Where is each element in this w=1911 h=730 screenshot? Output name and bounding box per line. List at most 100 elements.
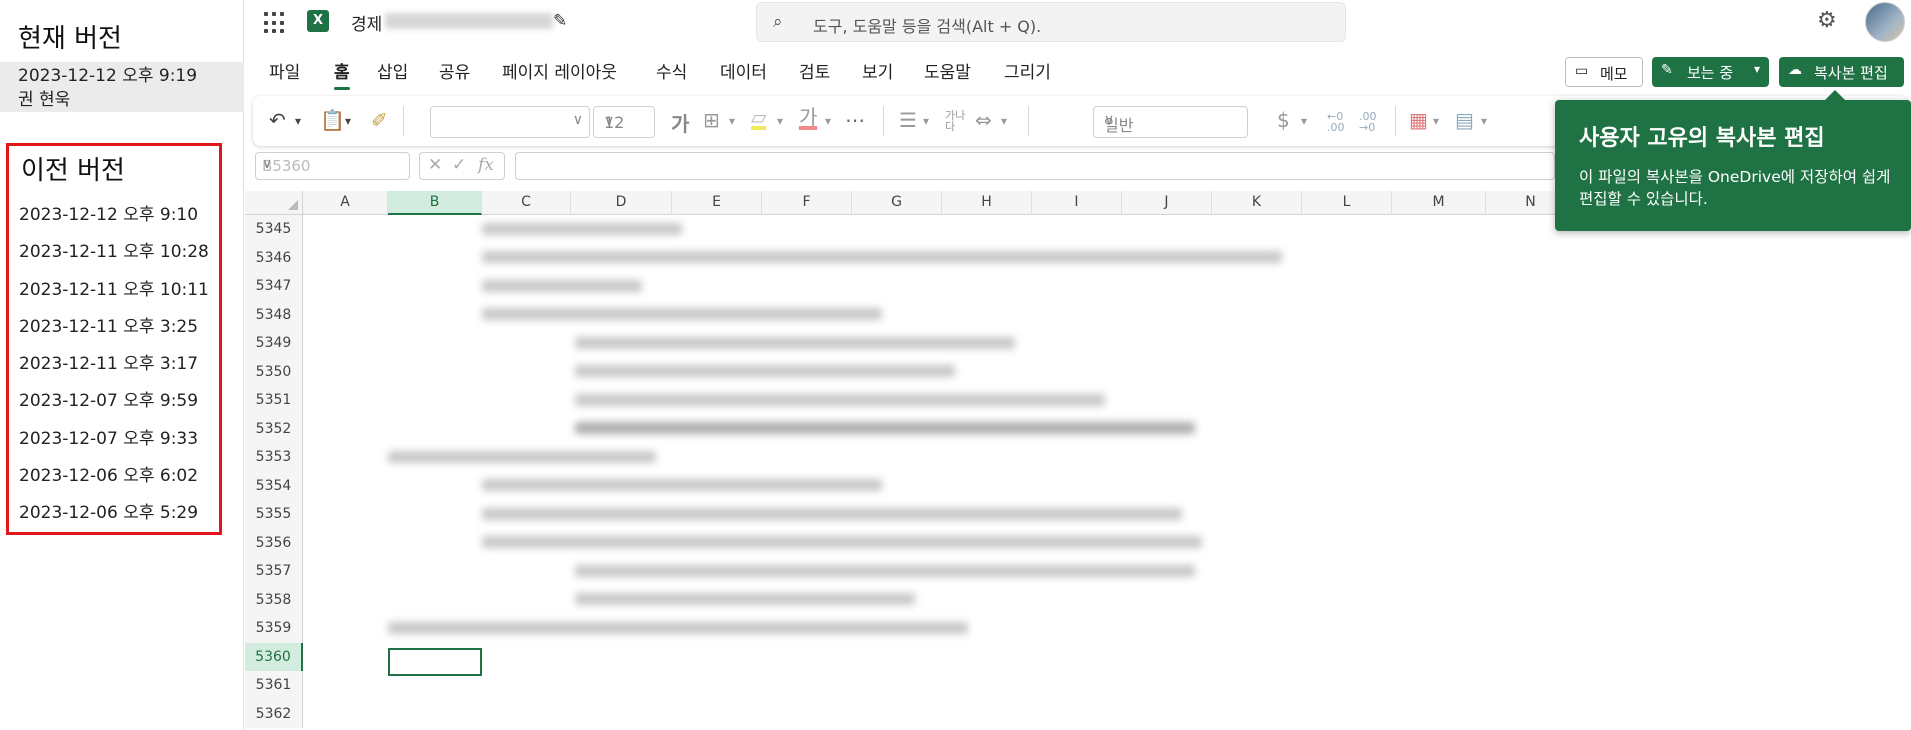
row-header[interactable]: 5357	[245, 557, 303, 586]
chevron-down-icon[interactable]: ▾	[923, 114, 929, 128]
tab-home[interactable]: 홈	[334, 58, 350, 90]
chevron-down-icon[interactable]: ▾	[1481, 114, 1487, 128]
column-header[interactable]: D	[571, 191, 672, 215]
row-header[interactable]: 5351	[245, 386, 303, 415]
column-header[interactable]: H	[942, 191, 1032, 215]
row-header[interactable]: 5348	[245, 300, 303, 329]
row-header[interactable]: 5346	[245, 243, 303, 272]
avatar[interactable]	[1865, 2, 1905, 42]
tab-help[interactable]: 도움말	[924, 58, 971, 83]
comments-button[interactable]: ▭ 메모	[1565, 57, 1643, 87]
tab-share[interactable]: 공유	[439, 58, 470, 83]
column-header[interactable]: B	[388, 191, 482, 215]
select-all-corner[interactable]	[245, 191, 303, 215]
search-placeholder: 도구, 도움말 등을 검색(Alt + Q).	[813, 17, 1042, 36]
edit-copy-button[interactable]: ☁ 복사본 편집	[1779, 57, 1904, 87]
row-header[interactable]: 5362	[245, 699, 303, 728]
active-cell[interactable]	[388, 648, 482, 676]
column-header[interactable]: J	[1122, 191, 1212, 215]
previous-version-item[interactable]: 2023-12-06 오후 6:02	[19, 458, 209, 495]
row-header[interactable]: 5356	[245, 528, 303, 557]
row-header[interactable]: 5353	[245, 443, 303, 472]
fill-color-icon[interactable]: ▱	[751, 107, 767, 130]
chevron-down-icon[interactable]: ▾	[1301, 114, 1307, 128]
undo-icon[interactable]: ↶	[269, 108, 286, 132]
column-header[interactable]: E	[672, 191, 762, 215]
tab-view[interactable]: 보기	[862, 58, 893, 83]
column-header[interactable]: G	[852, 191, 942, 215]
format-painter-icon[interactable]: ✐	[371, 108, 388, 132]
tab-page-layout[interactable]: 페이지 레이아웃	[502, 58, 617, 83]
row-header[interactable]: 5352	[245, 414, 303, 443]
conditional-format-icon[interactable]: ▦	[1409, 108, 1428, 132]
excel-logo-icon: X	[307, 10, 329, 32]
function-icon[interactable]: fx	[478, 155, 494, 175]
row-header[interactable]: 5350	[245, 357, 303, 386]
row-header[interactable]: 5358	[245, 585, 303, 614]
tab-data[interactable]: 데이터	[720, 58, 767, 83]
align-icon[interactable]: ☰	[899, 108, 917, 132]
confirm-icon[interactable]: ✓	[452, 155, 466, 175]
row-header[interactable]: 5354	[245, 471, 303, 500]
chevron-down-icon[interactable]: ▾	[777, 114, 783, 128]
previous-version-item[interactable]: 2023-12-07 오후 9:33	[19, 421, 209, 458]
cancel-icon[interactable]: ✕	[428, 155, 442, 175]
tab-draw[interactable]: 그리기	[1004, 58, 1051, 83]
column-header[interactable]: M	[1392, 191, 1486, 215]
viewing-mode-button[interactable]: ✎ 보는 중 ▾	[1652, 57, 1769, 87]
previous-version-item[interactable]: 2023-12-12 오후 9:10	[19, 197, 209, 234]
column-header[interactable]: A	[303, 191, 388, 215]
search-input[interactable]: ⌕ 도구, 도움말 등을 검색(Alt + Q).	[756, 2, 1346, 42]
chevron-down-icon: ∨	[604, 113, 615, 129]
previous-version-item[interactable]: 2023-12-06 오후 5:29	[19, 495, 209, 532]
tab-review[interactable]: 검토	[799, 58, 830, 83]
column-header[interactable]: F	[762, 191, 852, 215]
font-color-icon[interactable]: 가	[799, 107, 818, 130]
chevron-down-icon[interactable]: ▾	[1433, 114, 1439, 128]
wrap-text-icon[interactable]: 가나 다	[945, 110, 965, 132]
rename-pen-icon[interactable]: ✎	[553, 11, 567, 31]
chevron-down-icon[interactable]: ▾	[825, 114, 831, 128]
increase-decimal-icon[interactable]: ←0.00	[1327, 111, 1345, 133]
document-title[interactable]: 경제	[351, 10, 382, 35]
more-options-icon[interactable]: ⋯	[845, 108, 865, 132]
font-size-select[interactable]: 12 ∨	[593, 106, 655, 138]
chevron-down-icon[interactable]: ▾	[1001, 114, 1007, 128]
number-format-select[interactable]: 일반 ∨	[1093, 106, 1248, 138]
previous-version-item[interactable]: 2023-12-11 오후 3:25	[19, 309, 209, 346]
format-as-table-icon[interactable]: ▤	[1455, 108, 1474, 132]
row-header[interactable]: 5361	[245, 671, 303, 700]
gear-icon[interactable]: ⚙	[1817, 8, 1837, 33]
merge-cells-icon[interactable]: ⇔	[975, 108, 992, 132]
previous-version-item[interactable]: 2023-12-07 오후 9:59	[19, 383, 209, 420]
row-header[interactable]: 5355	[245, 500, 303, 529]
column-header[interactable]: C	[482, 191, 571, 215]
row-header[interactable]: 5349	[245, 329, 303, 358]
chevron-down-icon[interactable]: ▾	[729, 114, 735, 128]
row-header[interactable]: 5359	[245, 614, 303, 643]
previous-version-item[interactable]: 2023-12-11 오후 10:11	[19, 272, 209, 309]
increase-font-icon[interactable]: 가	[671, 108, 689, 137]
current-version-item[interactable]: 2023-12-12 오후 9:19 권 현욱	[0, 62, 244, 112]
chevron-down-icon[interactable]: ▾	[345, 114, 351, 128]
row-header[interactable]: 5345	[245, 215, 303, 244]
chevron-down-icon[interactable]: ▾	[295, 114, 301, 128]
row-header[interactable]: 5360	[245, 642, 303, 671]
row-header[interactable]: 5347	[245, 272, 303, 301]
app-launcher-icon[interactable]	[264, 12, 286, 34]
tab-file[interactable]: 파일	[269, 58, 300, 83]
column-header[interactable]: L	[1302, 191, 1392, 215]
currency-icon[interactable]: $	[1277, 108, 1290, 132]
formula-input[interactable]	[515, 152, 1555, 180]
decrease-decimal-icon[interactable]: .00 →0	[1359, 111, 1377, 133]
borders-icon[interactable]: ⊞	[703, 108, 720, 132]
previous-version-item[interactable]: 2023-12-11 오후 10:28	[19, 234, 209, 271]
tab-insert[interactable]: 삽입	[377, 58, 408, 83]
column-header[interactable]: I	[1032, 191, 1122, 215]
column-header[interactable]: K	[1212, 191, 1302, 215]
name-box[interactable]: B5360 ∨	[255, 152, 410, 180]
font-family-select[interactable]: ∨	[430, 106, 590, 138]
paste-icon[interactable]: 📋	[320, 108, 345, 132]
previous-version-item[interactable]: 2023-12-11 오후 3:17	[19, 346, 209, 383]
tab-formulas[interactable]: 수식	[656, 58, 687, 83]
